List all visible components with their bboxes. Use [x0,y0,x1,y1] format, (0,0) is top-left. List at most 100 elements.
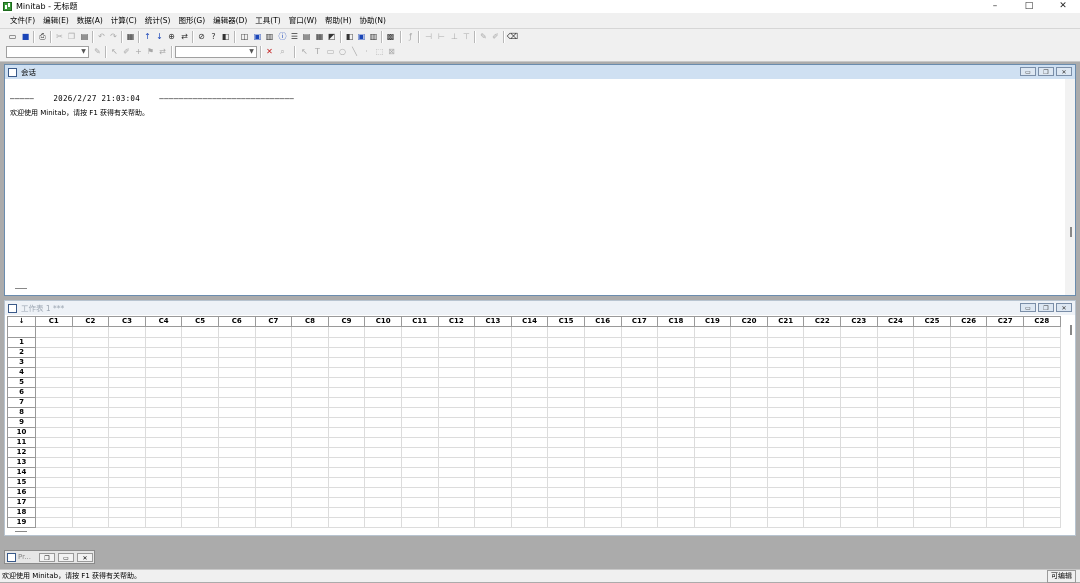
data-cell[interactable] [730,467,768,478]
data-cell[interactable] [840,437,878,448]
data-cell[interactable] [144,467,183,478]
data-cell[interactable] [400,447,439,458]
data-cell[interactable] [876,477,915,488]
data-cell[interactable] [327,447,366,458]
data-cell[interactable] [913,417,951,428]
data-cell[interactable] [986,427,1025,438]
column-name-cell[interactable] [949,326,988,338]
data-cell[interactable] [620,457,659,468]
delete-x-icon[interactable]: ✕ [264,46,275,57]
data-cell[interactable] [400,377,439,388]
data-cell[interactable] [217,457,256,468]
data-cell[interactable] [657,387,695,398]
data-cell[interactable] [144,507,183,518]
data-cell[interactable] [437,367,476,378]
data-cell[interactable] [766,457,805,468]
column-header[interactable]: C21 [766,316,805,327]
data-cell[interactable] [327,437,366,448]
data-cell[interactable] [876,397,915,408]
data-cell[interactable] [766,357,805,368]
data-cell[interactable] [547,387,585,398]
next-command-icon[interactable]: ↓ [154,31,165,42]
data-cell[interactable] [35,487,73,498]
data-cell[interactable] [327,387,366,398]
data-cell[interactable] [291,517,329,528]
data-cell[interactable] [400,347,439,358]
row-number[interactable]: 10 [7,427,36,438]
data-cell[interactable] [510,357,549,368]
insert-cells-icon[interactable]: ⊣ [423,31,434,42]
info-icon[interactable]: ⓘ [277,31,288,42]
data-cell[interactable] [474,387,512,398]
data-cell[interactable] [364,427,402,438]
data-cell[interactable] [766,477,805,488]
data-cell[interactable] [474,477,512,488]
data-cell[interactable] [35,397,73,408]
data-cell[interactable] [693,467,732,478]
row-number[interactable]: 5 [7,377,36,388]
data-cell[interactable] [364,407,402,418]
data-cell[interactable] [693,387,732,398]
data-cell[interactable] [693,507,732,518]
data-cell[interactable] [510,367,549,378]
column-name-cell[interactable] [1023,326,1061,338]
data-cell[interactable] [108,357,146,368]
data-cell[interactable] [437,357,476,368]
row-number[interactable]: 2 [7,347,36,358]
data-cell[interactable] [510,517,549,528]
column-header[interactable]: C7 [254,316,293,327]
data-cell[interactable] [913,397,951,408]
data-cell[interactable] [730,427,768,438]
column-name-cell[interactable] [803,326,842,338]
data-cell[interactable] [876,487,915,498]
data-cell[interactable] [144,457,183,468]
data-cell[interactable] [181,357,219,368]
data-cell[interactable] [949,457,988,468]
menu-stat[interactable]: 统计(S) [141,15,175,26]
data-cell[interactable] [181,417,219,428]
data-cell[interactable] [400,387,439,398]
data-cell[interactable] [327,477,366,488]
data-cell[interactable] [766,417,805,428]
data-cell[interactable] [437,457,476,468]
pointer-tool-icon[interactable]: ↖ [299,46,310,57]
data-cell[interactable] [876,347,915,358]
data-cell[interactable] [840,517,878,528]
data-cell[interactable] [108,497,146,508]
data-cell[interactable] [510,497,549,508]
data-cell[interactable] [986,467,1025,478]
session-output[interactable]: ————— 2026/2/27 21:03:04 ———————————————… [5,79,1075,295]
data-cell[interactable] [181,477,219,488]
data-cell[interactable] [35,427,73,438]
column-name-cell[interactable] [840,326,878,338]
data-cell[interactable] [730,457,768,468]
data-cell[interactable] [1023,367,1061,378]
polyline-tool-icon[interactable]: ⊠ [386,46,397,57]
menu-help[interactable]: 帮助(H) [321,15,356,26]
data-cell[interactable] [71,467,110,478]
worksheet-grid[interactable]: ↓ C1 C2 C3 C4 C5 C6 C7 C8 C9 C10 C11 C12 C13 C14 C15 C16… [7,316,1061,528]
data-cell[interactable] [730,357,768,368]
data-cell[interactable] [620,427,659,438]
data-cell[interactable] [364,457,402,468]
data-cell[interactable] [986,337,1025,348]
column-header[interactable]: C23 [840,316,878,327]
data-cell[interactable] [693,377,732,388]
data-cell[interactable] [71,387,110,398]
data-cell[interactable] [840,507,878,518]
data-cell[interactable] [913,387,951,398]
menu-window[interactable]: 窗口(W) [285,15,321,26]
data-cell[interactable] [803,397,842,408]
data-cell[interactable] [803,447,842,458]
data-cell[interactable] [986,457,1025,468]
row-number[interactable]: 18 [7,507,36,518]
data-cell[interactable] [876,367,915,378]
data-cell[interactable] [217,447,256,458]
session-horizontal-scrollbar[interactable] [15,288,27,289]
data-cell[interactable] [876,457,915,468]
data-cell[interactable] [474,397,512,408]
data-cell[interactable] [144,387,183,398]
data-cell[interactable] [400,497,439,508]
data-cell[interactable] [949,427,988,438]
data-cell[interactable] [35,367,73,378]
